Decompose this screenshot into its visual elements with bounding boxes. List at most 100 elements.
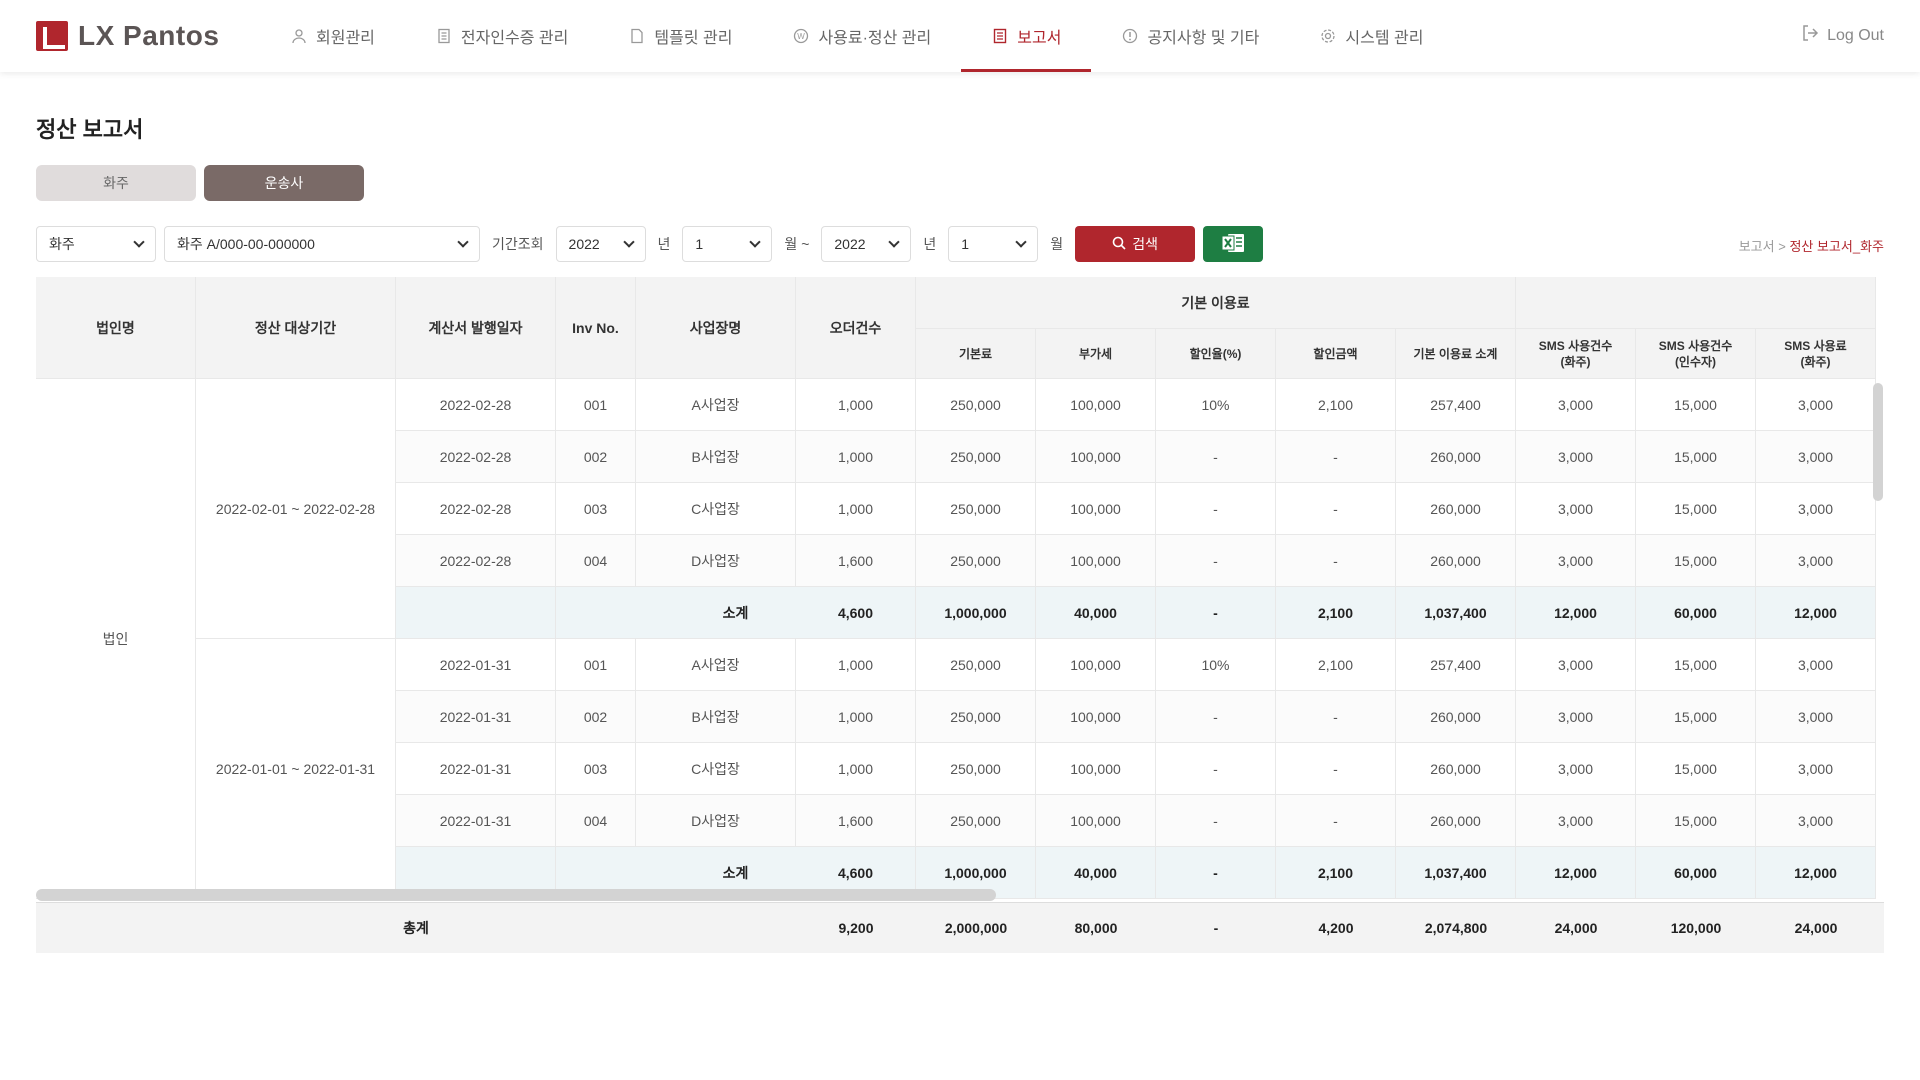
chevron-down-icon bbox=[133, 236, 145, 248]
table-row-cell: 250,000 bbox=[916, 535, 1036, 587]
subtotal-cell: 4,600 bbox=[796, 587, 916, 639]
logo-text: LX Pantos bbox=[78, 20, 220, 51]
page-title: 정산 보고서 bbox=[36, 117, 144, 142]
search-button-label: 검색 bbox=[1132, 236, 1159, 252]
table-row-cell: 10% bbox=[1156, 639, 1276, 691]
header-basic-group: 기본 이용료 bbox=[916, 277, 1516, 329]
grand-total-row: 총계 9,200 2,000,000 80,000 - 4,200 2,074,800 24,… bbox=[36, 902, 1884, 953]
nav-item-3[interactable]: W 사용료·정산 관리 bbox=[762, 0, 961, 72]
tab-shipper[interactable]: 화주 bbox=[36, 165, 196, 201]
nav-item-4[interactable]: 보고서 bbox=[961, 0, 1092, 72]
table-row-cell: 2022-02-28 bbox=[396, 431, 556, 483]
table-row-cell: - bbox=[1156, 795, 1276, 847]
header-issue-date: 계산서 발행일자 bbox=[396, 277, 556, 379]
corp-name-cell: 법인 bbox=[36, 379, 196, 899]
company-select[interactable]: 화주 A/000-00-000000 bbox=[164, 226, 480, 262]
nav-item-6[interactable]: 시스템 관리 bbox=[1289, 0, 1453, 72]
table-row-cell: 250,000 bbox=[916, 691, 1036, 743]
table-row-cell: 100,000 bbox=[1036, 431, 1156, 483]
table-row-cell: 15,000 bbox=[1636, 795, 1756, 847]
year-unit-label: 년 bbox=[923, 236, 937, 252]
header-period: 정산 대상기간 bbox=[196, 277, 396, 379]
header-extra-group bbox=[1516, 277, 1876, 329]
table-row-cell: 1,000 bbox=[796, 691, 916, 743]
table-row-cell: 3,000 bbox=[1516, 639, 1636, 691]
table-row-cell: 100,000 bbox=[1036, 795, 1156, 847]
table-row-cell: 100,000 bbox=[1036, 639, 1156, 691]
table-row-cell: 15,000 bbox=[1636, 535, 1756, 587]
nav-item-2[interactable]: 템플릿 관리 bbox=[598, 0, 762, 72]
header-disc-rate: 할인율(%) bbox=[1156, 329, 1276, 379]
table-row-cell: 3,000 bbox=[1516, 483, 1636, 535]
to-month-select[interactable]: 1 bbox=[948, 226, 1039, 262]
table-row-cell: 250,000 bbox=[916, 431, 1036, 483]
grand-total-cell: 120,000 bbox=[1670, 920, 1722, 936]
table-row-cell: 257,400 bbox=[1396, 379, 1516, 431]
table-row-cell: 1,000 bbox=[796, 431, 916, 483]
filter-bar: 화주 화주 A/000-00-000000 기간조회 2022 년 1 월 ~ … bbox=[36, 226, 1264, 262]
subtotal-cell: 2,100 bbox=[1276, 587, 1396, 639]
table-row-cell: 250,000 bbox=[916, 639, 1036, 691]
document-icon bbox=[628, 27, 646, 45]
nav-item-1[interactable]: 전자인수증 관리 bbox=[405, 0, 599, 72]
report-icon bbox=[991, 27, 1009, 45]
table-row-cell: 3,000 bbox=[1756, 795, 1876, 847]
table-row-cell: - bbox=[1276, 795, 1396, 847]
search-button[interactable]: 검색 bbox=[1075, 226, 1196, 262]
table-row-cell: 3,000 bbox=[1756, 639, 1876, 691]
nav-item-5[interactable]: 공지사항 및 기타 bbox=[1091, 0, 1289, 72]
table-row-cell: 15,000 bbox=[1636, 743, 1756, 795]
table-row-cell: - bbox=[1156, 431, 1276, 483]
table-row-cell: 260,000 bbox=[1396, 743, 1516, 795]
table-row-cell: 250,000 bbox=[916, 795, 1036, 847]
table-row-cell: B사업장 bbox=[636, 691, 796, 743]
subtotal-cell: 40,000 bbox=[1036, 847, 1156, 899]
type-select[interactable]: 화주 bbox=[36, 226, 156, 262]
logout-icon bbox=[1801, 24, 1819, 47]
table-row-cell: 260,000 bbox=[1396, 691, 1516, 743]
table-row-cell: 003 bbox=[556, 483, 636, 535]
nav-item-label: 전자인수증 관리 bbox=[460, 30, 569, 47]
logout-button[interactable]: Log Out bbox=[1801, 24, 1884, 47]
subtotal-cell: 12,000 bbox=[1516, 587, 1636, 639]
table-row-cell: 15,000 bbox=[1636, 431, 1756, 483]
table-row-cell: - bbox=[1156, 535, 1276, 587]
table-row-cell: 250,000 bbox=[916, 743, 1036, 795]
subtotal-blank bbox=[396, 587, 556, 639]
from-month-select[interactable]: 1 bbox=[682, 226, 773, 262]
month-unit-label: 월 ~ bbox=[784, 236, 810, 252]
table-row-cell: A사업장 bbox=[636, 379, 796, 431]
grand-total-cell: 2,000,000 bbox=[944, 920, 1008, 936]
breadcrumb-parent[interactable]: 보고서 > bbox=[1739, 239, 1786, 254]
table-row-cell: 004 bbox=[556, 795, 636, 847]
nav-item-label: 시스템 관리 bbox=[1345, 30, 1424, 47]
nav-item-0[interactable]: 회원관리 bbox=[260, 0, 405, 72]
vertical-scrollbar[interactable] bbox=[1873, 383, 1883, 501]
table-row-cell: 001 bbox=[556, 639, 636, 691]
table-row-cell: 3,000 bbox=[1516, 795, 1636, 847]
header-sms-cnt-receiver: SMS 사용건수 (인수자) bbox=[1636, 329, 1756, 379]
horizontal-scrollbar[interactable] bbox=[36, 889, 996, 901]
from-year-value: 2022 bbox=[568, 236, 600, 252]
table-row-cell: B사업장 bbox=[636, 431, 796, 483]
chevron-down-icon bbox=[1015, 236, 1027, 248]
to-year-select[interactable]: 2022 bbox=[821, 226, 912, 262]
company-select-value: 화주 A/000-00-000000 bbox=[177, 236, 315, 252]
tab-carrier[interactable]: 운송사 bbox=[204, 165, 364, 201]
grand-total-cell: 2,074,800 bbox=[1424, 920, 1488, 936]
header-inv: Inv No. bbox=[556, 277, 636, 379]
table-row-cell: 15,000 bbox=[1636, 639, 1756, 691]
logo[interactable]: LX Pantos bbox=[36, 20, 219, 52]
from-year-select[interactable]: 2022 bbox=[555, 226, 646, 262]
subtotal-cell: 1,000,000 bbox=[916, 587, 1036, 639]
table-row-cell: 15,000 bbox=[1636, 379, 1756, 431]
table-row-cell: 100,000 bbox=[1036, 379, 1156, 431]
excel-download-button[interactable] bbox=[1203, 226, 1264, 262]
chevron-down-icon bbox=[457, 236, 469, 248]
table-row-cell: 3,000 bbox=[1756, 535, 1876, 587]
table-row-cell: 100,000 bbox=[1036, 691, 1156, 743]
subtotal-cell: 60,000 bbox=[1636, 587, 1756, 639]
table-row-cell: 1,600 bbox=[796, 535, 916, 587]
table-row-cell: 3,000 bbox=[1756, 743, 1876, 795]
top-header: LX Pantos 회원관리 전자인수증 관리 템플릿 관리 W 사용료·정산 관리 보고… bbox=[0, 0, 1920, 72]
